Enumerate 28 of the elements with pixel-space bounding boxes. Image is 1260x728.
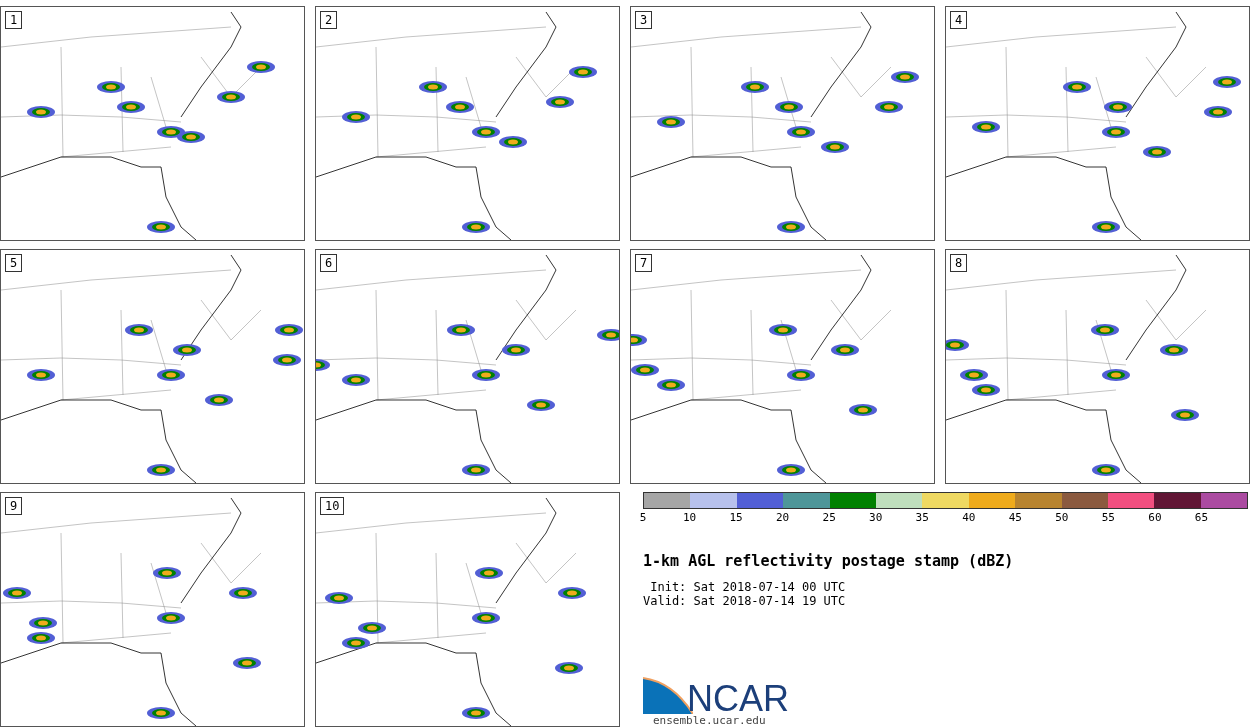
tick-label: 35 (915, 511, 929, 524)
member-number: 4 (950, 11, 968, 29)
member-number: 1 (5, 11, 23, 29)
tick-label: 10 (682, 511, 697, 524)
tick-label: 30 (869, 511, 883, 524)
init-time: Init: Sat 2018-07-14 00 UTC (649, 580, 847, 594)
member-number: 8 (950, 254, 968, 272)
chart-title: 1-km AGL reflectivity postage stamp (dBZ) (643, 552, 1015, 570)
member-number: 7 (635, 254, 653, 272)
tick-label: 60 (1148, 511, 1162, 524)
website-url: ensemble.ucar.edu (653, 714, 767, 727)
tick-label: 20 (776, 511, 790, 524)
tick-label: 50 (1055, 511, 1069, 524)
tick-label: 45 (1008, 511, 1022, 524)
tick-label: 5 (639, 511, 647, 524)
member-number: 5 (5, 254, 23, 272)
member-number: 10 (320, 497, 345, 515)
member-number: 2 (320, 11, 338, 29)
member-number: 3 (635, 11, 653, 29)
logo-wordmark: NCAR (687, 684, 789, 714)
valid-time: Valid: Sat 2018-07-14 19 UTC (643, 594, 847, 608)
tick-label: 25 (822, 511, 836, 524)
tick-label: 55 (1101, 511, 1115, 524)
member-number: 9 (5, 497, 23, 515)
member-number: 6 (320, 254, 338, 272)
tick-label: 40 (962, 511, 976, 524)
tick-label: 15 (729, 511, 743, 524)
tick-label: 65 (1194, 511, 1209, 524)
